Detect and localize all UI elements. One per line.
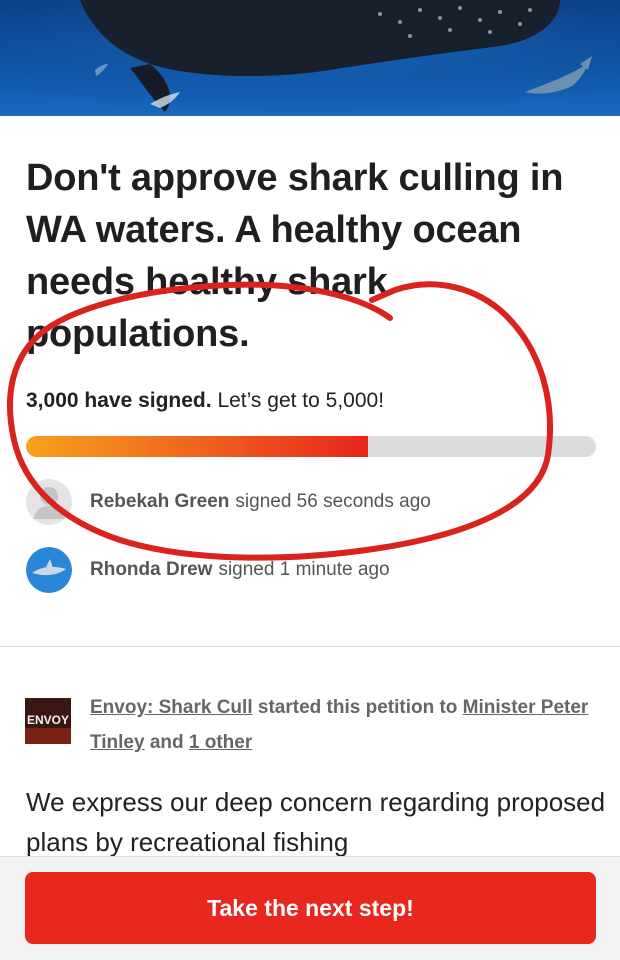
signature-progress-bar — [26, 436, 596, 457]
hero-image — [0, 0, 620, 116]
signer-name: Rhonda Drew — [90, 559, 213, 580]
envoy-logo-text: ENVOY — [27, 713, 69, 727]
default-user-avatar-icon — [26, 479, 72, 525]
section-divider — [0, 646, 620, 647]
take-next-step-button[interactable]: Take the next step! — [25, 872, 596, 944]
signature-count-value: 3,000 have signed. — [26, 389, 212, 412]
envoy-logo: ENVOY — [25, 698, 71, 744]
whale-shark-illustration — [0, 0, 620, 116]
signer-name: Rebekah Green — [90, 491, 230, 512]
shark-photo-avatar-icon — [26, 547, 72, 593]
signature-count: 3,000 have signed. Let’s get to 5,000! — [26, 389, 384, 413]
signer-time: signed 1 minute ago — [218, 559, 390, 580]
starter-middle-text: started this petition to — [257, 697, 458, 718]
petition-body: We express our deep concern regarding pr… — [26, 787, 606, 856]
petition-title: Don't approve shark culling in WA waters… — [26, 157, 564, 355]
starter-link[interactable]: Envoy: Shark Cull — [90, 697, 253, 718]
starter-and-text: and — [149, 732, 184, 753]
other-decision-makers-link[interactable]: 1 other — [189, 732, 252, 753]
petition-starter: Envoy: Shark Cull started this petition … — [90, 690, 595, 760]
signer-time: signed 56 seconds ago — [235, 491, 431, 512]
signature-goal: Let’s get to 5,000! — [217, 389, 385, 412]
recent-signer: Rhonda Drew signed 1 minute ago — [26, 547, 390, 593]
recent-signer: Rebekah Green signed 56 seconds ago — [26, 479, 431, 525]
petition-page: Don't approve shark culling in WA waters… — [0, 0, 620, 960]
signature-progress-fill — [26, 436, 368, 457]
